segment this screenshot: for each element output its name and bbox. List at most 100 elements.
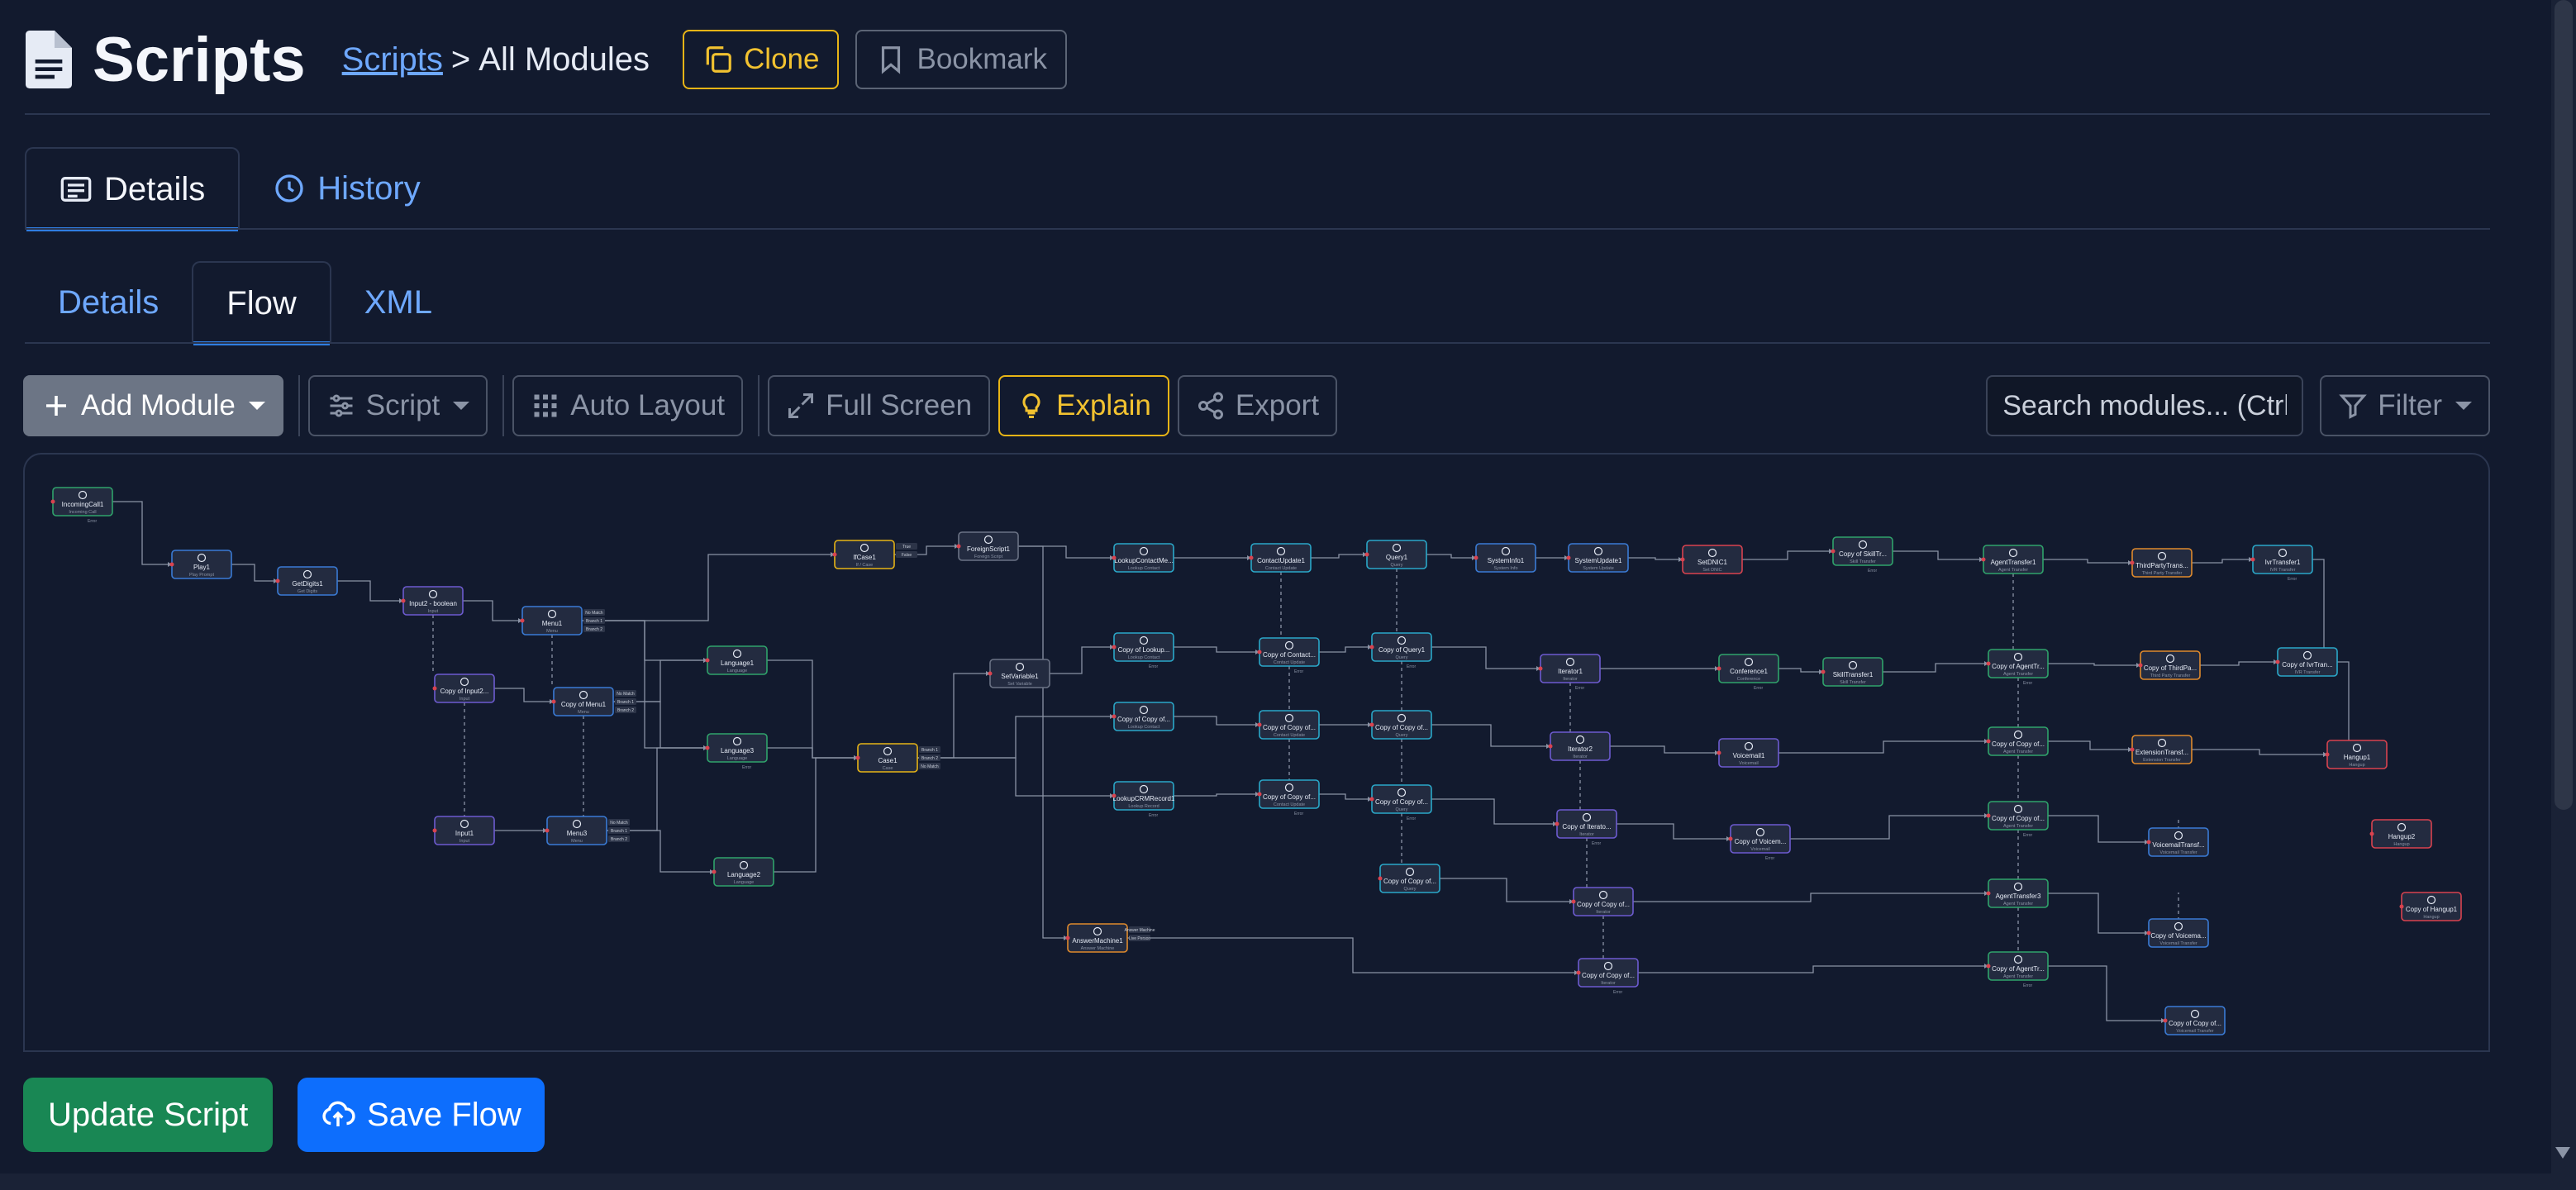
flow-node[interactable]: IfCase1 If / Case True False <box>832 540 918 569</box>
input-port[interactable] <box>2130 560 2135 565</box>
flow-node[interactable]: Play1 Play Prompt <box>169 550 232 579</box>
input-port[interactable] <box>545 828 550 833</box>
flow-node[interactable]: SetDNIC1 Set DNIC <box>1680 545 1743 574</box>
flow-node[interactable]: Copy of Copy of... Voicemail Transfer <box>2163 1006 2226 1035</box>
input-port[interactable] <box>1986 891 1991 896</box>
input-port[interactable] <box>520 618 525 623</box>
input-port[interactable] <box>1257 650 1262 654</box>
explain-button[interactable]: Explain <box>998 375 1169 436</box>
input-port[interactable] <box>1821 669 1826 674</box>
input-port[interactable] <box>1112 714 1117 719</box>
input-port[interactable] <box>401 598 406 603</box>
input-port[interactable] <box>1986 661 1991 666</box>
flow-node[interactable]: Iterator2Iterator <box>1548 731 1611 761</box>
flow-node[interactable]: Copy of Copy of...Query Error <box>1369 784 1432 821</box>
input-port[interactable] <box>1249 555 1254 560</box>
flow-node[interactable]: IncomingCall1 Incoming Call Error <box>50 487 113 524</box>
flow-node[interactable]: Input1 Input <box>432 816 495 845</box>
flow-node[interactable]: Voicemail1 Voicemail <box>1717 738 1779 768</box>
scrollbar-thumb[interactable] <box>2555 0 2573 810</box>
input-port[interactable] <box>2250 557 2255 562</box>
input-port[interactable] <box>1369 722 1374 727</box>
clone-button[interactable]: Clone <box>683 30 840 89</box>
input-port[interactable] <box>1831 549 1836 554</box>
input-port[interactable] <box>1112 645 1117 650</box>
subtab-flow[interactable]: Flow <box>192 261 331 345</box>
input-port[interactable] <box>2146 840 2151 845</box>
flow-canvas[interactable]: IncomingCall1 Incoming Call Error Play1 Play… <box>23 453 2490 1051</box>
flow-node[interactable]: SystemUpdate1 System Update <box>1566 543 1629 573</box>
input-port[interactable] <box>275 578 280 583</box>
save-flow-button[interactable]: Save Flow <box>298 1078 545 1152</box>
flow-node[interactable]: AnswerMachine1Answer Machine Answer Machi… <box>1065 923 1155 953</box>
input-port[interactable] <box>1986 813 1991 818</box>
flow-node[interactable]: Copy of Copy of... Agent Transfer Error <box>1986 801 2049 838</box>
breadcrumb-scripts-link[interactable]: Scripts <box>342 41 443 79</box>
flow-node[interactable]: GetDigits1Get Digits <box>275 566 338 596</box>
flow-node[interactable]: VoicemailTransf...Voicemail Transfer <box>2146 827 2209 857</box>
vertical-scrollbar[interactable] <box>2551 0 2576 1173</box>
input-port[interactable] <box>2399 904 2404 909</box>
flow-node[interactable]: Language2 Language <box>712 857 774 887</box>
script-dropdown-button[interactable]: Script <box>307 375 488 436</box>
input-port[interactable] <box>1112 555 1117 560</box>
input-port[interactable] <box>956 544 961 549</box>
flow-node[interactable]: AgentTransfer1 Agent Transfer <box>1981 545 2044 574</box>
flow-diagram[interactable]: IncomingCall1Incoming CallError Play1Play… <box>25 455 2490 1051</box>
flow-node[interactable]: Copy of Copy of... Query <box>1369 710 1432 740</box>
input-port[interactable] <box>1257 792 1262 797</box>
bookmark-button[interactable]: Bookmark <box>855 30 1068 89</box>
input-port[interactable] <box>1257 722 1262 727</box>
input-port[interactable] <box>832 552 837 557</box>
flow-node[interactable]: Copy of Query1Query Error <box>1369 632 1432 669</box>
horizontal-scrollbar[interactable] <box>0 1173 2576 1190</box>
flow-node[interactable]: Copy of Copy of... Agent Transfer <box>1986 726 2049 756</box>
input-port[interactable] <box>1566 555 1571 560</box>
input-port[interactable] <box>50 499 55 504</box>
input-port[interactable] <box>1548 744 1553 749</box>
input-port[interactable] <box>1378 876 1383 881</box>
flow-node[interactable]: Copy of Copy of... Iterator <box>1571 887 1634 916</box>
flow-node[interactable]: Conference1 Conference Error <box>1717 654 1779 691</box>
subtab-details[interactable]: Details <box>25 261 192 344</box>
input-port[interactable] <box>1065 935 1070 940</box>
input-port[interactable] <box>988 671 993 676</box>
input-port[interactable] <box>1981 557 1986 562</box>
flow-node[interactable]: Hangup1 Hangup <box>2325 740 2388 769</box>
input-port[interactable] <box>1717 666 1721 671</box>
flow-node[interactable]: Copy of Iterato...Iterator Error <box>1555 809 1617 846</box>
flow-node[interactable]: Menu1 Menu No Match Branch 1 Branch 2 <box>520 606 606 635</box>
flow-node[interactable]: LookupContactMe... Lookup Contact <box>1112 543 1174 573</box>
flow-node[interactable]: Copy of Menu1 Menu No Match Branch 1 Branch … <box>551 687 637 716</box>
flow-node[interactable]: Query1 Query <box>1364 540 1427 569</box>
flow-node[interactable]: SkillTransfer1 Skill Transfer <box>1821 657 1883 687</box>
flow-node[interactable]: Copy of Copy of... Iterator Error <box>1576 958 1639 995</box>
input-port[interactable] <box>1474 555 1478 560</box>
input-port[interactable] <box>1728 836 1733 841</box>
input-port[interactable] <box>1986 739 1991 744</box>
scroll-down-arrow[interactable] <box>2555 1147 2570 1159</box>
filter-dropdown-button[interactable]: Filter <box>2320 375 2490 436</box>
input-port[interactable] <box>1986 964 1991 969</box>
input-port[interactable] <box>1680 557 1685 562</box>
export-button[interactable]: Export <box>1177 375 1338 436</box>
input-port[interactable] <box>2325 752 2330 757</box>
input-port[interactable] <box>712 869 717 874</box>
input-port[interactable] <box>432 686 437 691</box>
input-port[interactable] <box>705 658 710 663</box>
flow-node[interactable]: ThirdPartyTrans... Third Party Transfer <box>2130 548 2193 578</box>
input-port[interactable] <box>855 755 860 760</box>
update-script-button[interactable]: Update Script <box>23 1078 274 1152</box>
flow-node[interactable]: Copy of Voicem... Voicemail Error <box>1728 824 1791 861</box>
input-port[interactable] <box>1555 821 1559 826</box>
flow-node[interactable]: AgentTransfer3 Agent Transfer <box>1986 878 2049 908</box>
input-port[interactable] <box>2146 931 2151 935</box>
flow-node[interactable]: Copy of Copy of... Query <box>1378 864 1440 893</box>
input-port[interactable] <box>1369 645 1374 650</box>
flow-node[interactable]: Input2 - boolean Input <box>401 586 464 616</box>
flow-node[interactable]: LookupCRMRecord1 Lookup Record Error <box>1112 781 1175 818</box>
search-modules-input[interactable] <box>1986 375 2304 436</box>
flow-node[interactable]: Copy of Copy of... Lookup Contact <box>1112 702 1174 731</box>
input-port[interactable] <box>2275 659 2280 664</box>
flow-node[interactable]: ExtensionTransf... Extension Transfer <box>2130 735 2193 764</box>
